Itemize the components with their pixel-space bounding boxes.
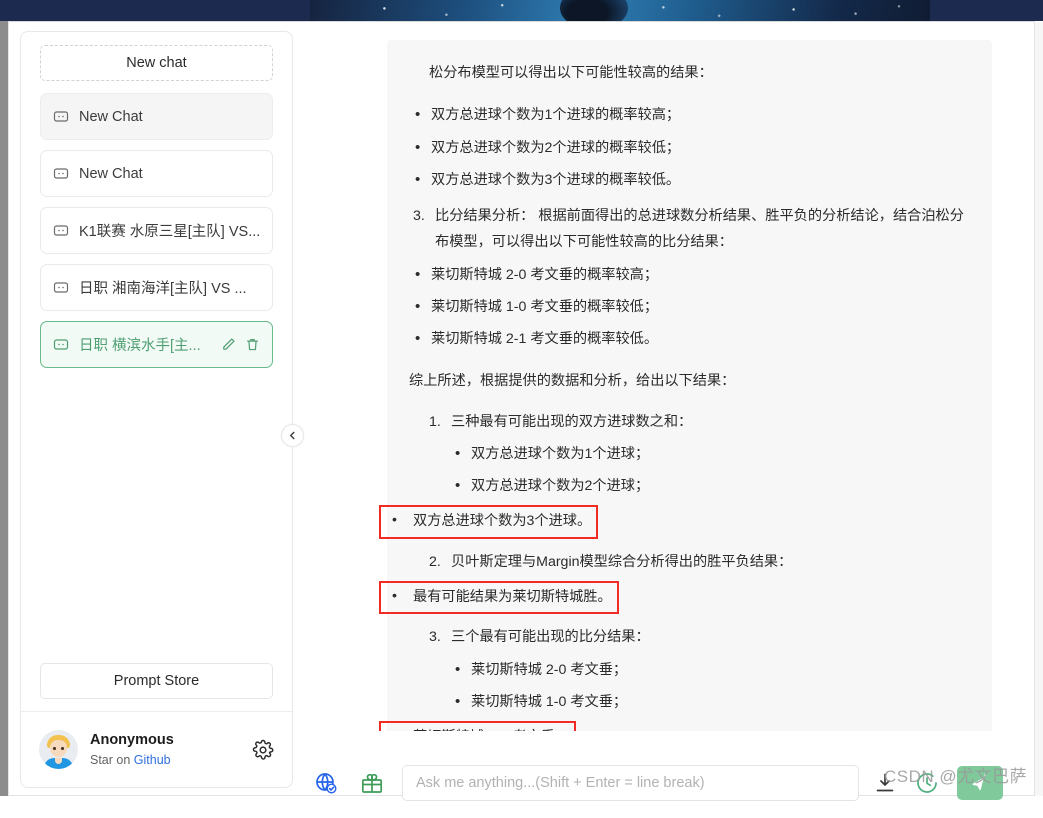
- list-item: 莱切斯特城 1-0 考文垂；: [409, 688, 970, 716]
- list-item: 双方总进球个数为3个进球的概率较低。: [409, 166, 970, 194]
- user-name: Anonymous: [90, 731, 174, 748]
- list-index: 3.: [413, 208, 425, 225]
- bullet-dot: •: [392, 512, 397, 529]
- user-subtitle: Star on Github: [90, 752, 252, 768]
- send-plane-icon: [972, 773, 987, 790]
- list-item: 莱切斯特城 2-0 考文垂；: [409, 656, 970, 684]
- bullet-list-result-3: 莱切斯特城 2-0 考文垂； 莱切斯特城 1-0 考文垂； • 莱切斯特城 2-1…: [379, 656, 970, 731]
- bullet-list-scorelines: 莱切斯特城 2-0 考文垂的概率较高； 莱切斯特城 1-0 考文垂的概率较低； …: [409, 261, 970, 354]
- user-meta: Anonymous Star on Github: [90, 731, 252, 768]
- gift-icon[interactable]: [360, 771, 384, 795]
- list-index: 2.: [429, 553, 441, 570]
- new-chat-button[interactable]: New chat: [40, 45, 273, 81]
- pencil-edit-icon[interactable]: [221, 337, 236, 352]
- banner-orb: [560, 0, 628, 21]
- message-bubble-icon: [53, 337, 69, 353]
- chevron-left-icon: [290, 431, 295, 440]
- main-conversation-area: 松分布模型可以得出以下可能性较高的结果： 双方总进球个数为1个进球的概率较高； …: [304, 22, 1011, 797]
- chat-item-2[interactable]: K1联赛 水原三星[主队] VS...: [40, 207, 273, 254]
- bullet-dot: •: [392, 723, 397, 731]
- history-clock-icon[interactable]: [915, 771, 939, 795]
- list-item: 3. 比分结果分析： 根据前面得出的总进球数分析结果、胜平负的分析结论，结合泊松…: [409, 203, 970, 256]
- bullet-list-result-1: 双方总进球个数为1个进球； 双方总进球个数为2个进球； • 双方总进球个数为3个进…: [379, 440, 970, 539]
- message-bubble-icon: [53, 109, 69, 125]
- github-link[interactable]: Github: [134, 753, 171, 767]
- avatar: [39, 730, 78, 769]
- chat-item-label: 日职 横滨水手[主...: [79, 338, 201, 354]
- list-item-highlighted: • 最有可能结果为莱切斯特城胜。: [379, 580, 970, 615]
- prompt-store-label: Prompt Store: [113, 673, 200, 689]
- sidebar-collapse-button[interactable]: [281, 424, 304, 447]
- list-text: 双方总进球个数为3个进球。: [413, 513, 592, 530]
- list-item: 莱切斯特城 2-0 考文垂的概率较高；: [409, 261, 970, 289]
- message-bubble-icon: [53, 280, 69, 296]
- message-bubble-icon: [53, 166, 69, 182]
- app-frame: New chat New Chat New Chat K1联赛 水原三星[主队]…: [8, 21, 1035, 801]
- list-item: 1. 三种最有可能出现的双方进球数之和：: [409, 409, 970, 435]
- gear-icon[interactable]: [252, 739, 274, 761]
- list-item-highlighted: • 莱切斯特城 2-1 考文垂。: [379, 721, 970, 731]
- star-on-text: Star on: [90, 752, 134, 767]
- red-box-highlight: • 双方总进球个数为3个进球。: [379, 505, 599, 539]
- numbered-item-3: 3. 比分结果分析： 根据前面得出的总进球数分析结果、胜平负的分析结论，结合泊松…: [409, 203, 970, 256]
- chat-item-actions: [221, 337, 260, 352]
- sidebar: New chat New Chat New Chat K1联赛 水原三星[主队]…: [20, 31, 293, 788]
- prompt-store-button[interactable]: Prompt Store: [40, 663, 273, 699]
- list-text: 三种最有可能出现的双方进球数之和：: [451, 413, 693, 430]
- red-box-highlight: • 莱切斯特城 2-1 考文垂。: [379, 721, 577, 731]
- chat-item-0[interactable]: New Chat: [40, 93, 273, 140]
- chat-item-label: 日职 湘南海洋[主队] VS ...: [79, 281, 247, 297]
- chat-item-label: New Chat: [79, 165, 143, 182]
- list-text: 比分结果分析： 根据前面得出的总进球数分析结果、胜平负的分析结论，结合泊松分布模…: [435, 208, 964, 251]
- chat-item-label: New Chat: [79, 108, 143, 125]
- user-account-row[interactable]: Anonymous Star on Github: [21, 711, 292, 787]
- chat-history-list: New Chat New Chat K1联赛 水原三星[主队] VS... 日职…: [21, 93, 292, 663]
- send-button[interactable]: [957, 766, 1003, 800]
- list-text: 三个最有可能出现的比分结果：: [451, 629, 650, 646]
- globe-check-icon[interactable]: [314, 771, 338, 795]
- assistant-message-bubble: 松分布模型可以得出以下可能性较高的结果： 双方总进球个数为1个进球的概率较高； …: [379, 40, 992, 731]
- list-item: 双方总进球个数为2个进球的概率较低；: [409, 134, 970, 162]
- list-text: 莱切斯特城 2-1 考文垂。: [413, 729, 569, 731]
- message-bubble-icon: [53, 223, 69, 239]
- chat-item-1[interactable]: New Chat: [40, 150, 273, 197]
- download-icon[interactable]: [873, 771, 897, 795]
- list-item: 双方总进球个数为2个进球；: [409, 472, 970, 500]
- message-lead: 松分布模型可以得出以下可能性较高的结果：: [429, 65, 713, 81]
- chat-item-4-selected[interactable]: 日职 横滨水手[主...: [40, 321, 273, 368]
- chat-item-3[interactable]: 日职 湘南海洋[主队] VS ...: [40, 264, 273, 311]
- composer-right-tools: [873, 766, 1011, 800]
- numbered-result-2: 2. 贝叶斯定理与Margin模型综合分析得出的胜平负结果：: [409, 549, 970, 575]
- message-scroll-region[interactable]: 松分布模型可以得出以下可能性较高的结果： 双方总进球个数为1个进球的概率较高； …: [342, 31, 993, 731]
- left-rail: [0, 21, 8, 796]
- top-banner-image: [0, 0, 1043, 21]
- list-item: 莱切斯特城 1-0 考文垂的概率较低；: [409, 293, 970, 321]
- list-item: 莱切斯特城 2-1 考文垂的概率较低。: [409, 325, 970, 353]
- bullet-list-result-2: • 最有可能结果为莱切斯特城胜。: [379, 580, 970, 615]
- composer-bar: [304, 748, 1011, 818]
- trash-delete-icon[interactable]: [245, 337, 260, 352]
- red-box-highlight: • 最有可能结果为莱切斯特城胜。: [379, 580, 619, 615]
- list-item: 3. 三个最有可能出现的比分结果：: [409, 624, 970, 650]
- numbered-result-3: 3. 三个最有可能出现的比分结果：: [409, 624, 970, 650]
- list-item: 双方总进球个数为1个进球的概率较高；: [409, 101, 970, 129]
- bullet-dot: •: [392, 587, 397, 604]
- list-item: 2. 贝叶斯定理与Margin模型综合分析得出的胜平负结果：: [409, 549, 970, 575]
- list-index: 3.: [429, 629, 441, 646]
- list-text: 贝叶斯定理与Margin模型综合分析得出的胜平负结果：: [451, 553, 793, 570]
- new-chat-label: New chat: [126, 55, 187, 71]
- summary-line: 综上所述，根据提供的数据和分析，给出以下结果：: [409, 373, 736, 390]
- list-item-highlighted: • 双方总进球个数为3个进球。: [379, 505, 970, 539]
- list-index: 1.: [429, 413, 441, 430]
- bullet-list-total-goals: 双方总进球个数为1个进球的概率较高； 双方总进球个数为2个进球的概率较低； 双方…: [409, 101, 970, 194]
- list-text: 最有可能结果为莱切斯特城胜。: [413, 588, 612, 605]
- chat-item-label: K1联赛 水原三星[主队] VS...: [79, 224, 260, 240]
- list-item: 双方总进球个数为1个进球；: [409, 440, 970, 468]
- numbered-result-1: 1. 三种最有可能出现的双方进球数之和：: [409, 409, 970, 435]
